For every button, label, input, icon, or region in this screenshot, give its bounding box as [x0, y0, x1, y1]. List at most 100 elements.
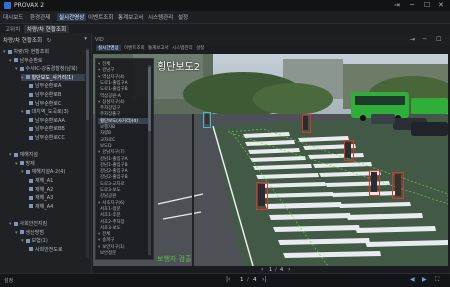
- menu-system-admin[interactable]: 시스템관리: [148, 13, 173, 21]
- scroll-thumb[interactable]: [86, 50, 89, 120]
- tree-item[interactable]: 사회안전도로: [27, 246, 85, 253]
- camera-list-item[interactable]: 역삼공원-A: [98, 93, 148, 99]
- camera-list-item[interactable]: ▾ 강남구: [98, 67, 148, 73]
- camera-list-item[interactable]: 서초3-보도: [98, 225, 148, 231]
- menu-environment[interactable]: 환경관제: [30, 13, 50, 21]
- camera-list-item[interactable]: ▾ 삼성지구(4): [98, 99, 148, 105]
- tree-item[interactable]: 재해_A2: [27, 186, 85, 193]
- tree-item[interactable]: ▾ 차량/차 현황조회: [3, 48, 85, 55]
- video-prev-button[interactable]: ‹: [261, 266, 263, 273]
- tree-item[interactable]: ▾ 재해지설A-2(4): [21, 168, 85, 175]
- video-tab-live[interactable]: 실시간영상: [96, 45, 121, 51]
- tree-item[interactable]: 남부순환로CC: [27, 134, 85, 141]
- camera-list-item[interactable]: 횡단보도(사거리)(4): [98, 117, 148, 124]
- tree-item[interactable]: 남부순환로AA: [27, 117, 85, 124]
- tree-item[interactable]: 재해_A3: [27, 194, 85, 201]
- expand-icon[interactable]: ▾: [9, 221, 12, 227]
- camera-list-item[interactable]: 도로3-교차로: [98, 181, 148, 187]
- tree-item[interactable]: ▾ 대치역_도곡로(3): [21, 108, 85, 115]
- camera-list-item[interactable]: 서초2-주차장: [98, 219, 148, 225]
- video-tab-system[interactable]: 시스템관리: [172, 45, 193, 51]
- minimize-button[interactable]: ─: [410, 1, 414, 9]
- expand-icon[interactable]: ▾: [15, 66, 18, 72]
- tree-item[interactable]: [3, 211, 85, 218]
- menu-event-search[interactable]: 이벤트조회: [88, 13, 113, 21]
- tree-item[interactable]: ▾ 남부순환로: [9, 57, 85, 64]
- last-page-button[interactable]: ›|: [262, 276, 266, 283]
- minimize-panel-icon[interactable]: ─: [423, 36, 427, 43]
- expand-icon[interactable]: ▾: [21, 109, 24, 115]
- expand-icon[interactable]: ▾: [3, 49, 6, 55]
- expand-icon[interactable]: ▾: [21, 75, 24, 81]
- camera-list-item[interactable]: 교차로C: [98, 137, 148, 143]
- tree-item[interactable]: 남부순환로A: [27, 82, 85, 89]
- expand-icon[interactable]: ▾: [9, 152, 12, 158]
- menu-dashboard[interactable]: 대시보드: [3, 13, 23, 21]
- export-icon[interactable]: ⇥: [410, 36, 415, 43]
- expand-icon[interactable]: ▾: [15, 161, 18, 167]
- expand-icon[interactable]: ▾: [98, 201, 100, 206]
- menu-stats-report[interactable]: 통계보고서: [118, 13, 143, 21]
- overlay-scroll-thumb[interactable]: [148, 67, 151, 131]
- maximize-button[interactable]: ☐: [424, 1, 430, 9]
- camera-list-item[interactable]: 서초1-후문: [98, 212, 148, 218]
- tree-item[interactable]: ▾ 횡단보도_사거리(1): [21, 73, 85, 81]
- camera-list-item[interactable]: 강남1-출입구A: [98, 156, 148, 162]
- camera-list-item[interactable]: ▾ 전체: [98, 231, 148, 237]
- exit-icon[interactable]: ⇥: [394, 1, 400, 9]
- video-tab-events[interactable]: 이벤트조회: [124, 45, 145, 51]
- tree-item[interactable]: ▾ 방재: [15, 160, 85, 167]
- tree-item[interactable]: ▾ 사회안전지킴: [9, 220, 85, 227]
- tree-item[interactable]: 재해_A1: [27, 177, 85, 184]
- fullscreen-icon[interactable]: ⛶: [435, 276, 439, 284]
- camera-list-item[interactable]: ▾ 송파구: [98, 237, 148, 243]
- settings-label[interactable]: 설정: [4, 277, 13, 284]
- expand-icon[interactable]: ▾: [98, 62, 100, 67]
- camera-list-item[interactable]: ▾ 역삼지구(4): [98, 74, 148, 80]
- tree-item[interactable]: 재해_A4: [27, 203, 85, 210]
- expand-icon[interactable]: ▾: [21, 238, 24, 244]
- expand-icon[interactable]: ▾: [98, 238, 100, 243]
- first-page-button[interactable]: |‹: [226, 276, 230, 283]
- next-layout-icon[interactable]: ▶: [422, 276, 427, 283]
- camera-list-item[interactable]: 서초1-정문: [98, 206, 148, 212]
- camera-list-item[interactable]: 도로1-출입구A: [98, 80, 148, 86]
- expand-icon[interactable]: ▾: [98, 232, 100, 237]
- expand-icon[interactable]: ▾: [98, 150, 100, 155]
- overlay-scrollbar[interactable]: [148, 65, 151, 255]
- video-next-button[interactable]: ›: [288, 266, 290, 273]
- tree-item[interactable]: ▾ 보험(1): [21, 237, 85, 244]
- tree-item[interactable]: ▾ 재해지설: [9, 151, 85, 158]
- tree-item[interactable]: ▾ 수서IC-강동경찰청(남북): [15, 65, 85, 72]
- expand-icon[interactable]: ▾: [21, 169, 24, 175]
- collapse-icon[interactable]: ▾: [84, 36, 87, 42]
- expand-icon[interactable]: ▾: [9, 58, 12, 64]
- camera-list-item[interactable]: 보도D: [98, 143, 148, 149]
- popout-icon[interactable]: ☐: [436, 36, 441, 43]
- expand-icon[interactable]: ▾: [98, 245, 100, 250]
- camera-list-item[interactable]: ▾ 보안지구(1): [98, 244, 148, 250]
- camera-list-item[interactable]: 차량B: [98, 130, 148, 136]
- camera-list-item[interactable]: ▾ 강남지구(7): [98, 149, 148, 155]
- expand-icon[interactable]: ▾: [98, 68, 100, 73]
- expand-icon[interactable]: ▾: [98, 75, 100, 80]
- camera-list-item[interactable]: 도로3-보도: [98, 187, 148, 193]
- camera-list-item[interactable]: 주차장입구: [98, 105, 148, 111]
- camera-list-item[interactable]: ▾ 전체: [98, 61, 148, 67]
- camera-list-item[interactable]: 강남1-출입구B: [98, 162, 148, 168]
- menu-live-video[interactable]: 실시간영상: [57, 13, 87, 21]
- tab-location[interactable]: 고위치: [2, 25, 23, 33]
- tree-item[interactable]: ▾ 생산방범: [15, 229, 85, 236]
- close-button[interactable]: ✕: [438, 1, 444, 9]
- expand-icon[interactable]: ▾: [98, 100, 100, 105]
- camera-list-item[interactable]: 주차장출구: [98, 111, 148, 117]
- video-tab-stats[interactable]: 통계보고서: [148, 45, 169, 51]
- camera-list-item[interactable]: ▾ 서초지구(6): [98, 200, 148, 206]
- prev-layout-icon[interactable]: ◀: [410, 276, 415, 283]
- camera-list-item[interactable]: 보행자B: [98, 124, 148, 130]
- tree-item[interactable]: 남부순환로B: [27, 91, 85, 98]
- video-tab-settings[interactable]: 설정: [196, 45, 204, 51]
- expand-icon[interactable]: ▾: [15, 230, 18, 236]
- camera-list-item[interactable]: 보안정문: [98, 250, 148, 256]
- tab-vehicle-status[interactable]: 차량/차 현황조회: [24, 25, 70, 33]
